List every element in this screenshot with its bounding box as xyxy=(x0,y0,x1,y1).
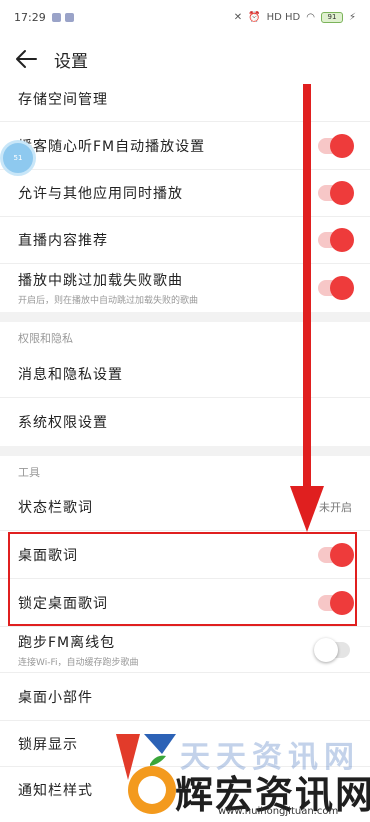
section-title-privacy: 权限和隐私 xyxy=(18,332,73,345)
alarm-icon: ⏰ xyxy=(248,11,261,23)
page-title: 设置 xyxy=(54,52,88,72)
app-notification-icon xyxy=(51,12,61,22)
running-fm-toggle[interactable] xyxy=(314,637,350,662)
toggle-knob xyxy=(330,181,354,205)
status-time: 17:29 xyxy=(14,10,46,24)
floating-ball[interactable]: 51 xyxy=(0,140,36,176)
watermark-url: www.huihongjituan.com xyxy=(218,806,339,817)
row-label: 跑步FM离线包 xyxy=(18,634,116,651)
floating-ball-text: 51 xyxy=(13,154,23,162)
row-label: 状态栏歌词 xyxy=(18,499,93,516)
status-bar: 17:29 ✕ ⏰ HD HD ◠ 91 ⚡ xyxy=(0,0,370,34)
wifi-icon: ◠ xyxy=(306,11,315,23)
section-title-tools: 工具 xyxy=(18,466,40,479)
row-label: 通知栏样式 xyxy=(18,783,93,799)
row-label: 锁屏显示 xyxy=(18,736,78,753)
row-label: 直播内容推荐 xyxy=(18,233,108,249)
row-label: 允许与其他应用同时播放 xyxy=(18,186,183,202)
status-icons: ✕ ⏰ HD HD ◠ 91 ⚡ xyxy=(233,11,356,23)
row-label: 消息和隐私设置 xyxy=(18,366,123,383)
signal-icon: HD HD xyxy=(266,11,301,23)
settings-row-desktop-widget[interactable]: 桌面小部件 xyxy=(0,673,370,721)
row-label: 桌面小部件 xyxy=(18,689,93,706)
row-subtitle: 连接Wi-Fi，自动缓存跑步歌曲 xyxy=(18,657,139,668)
shield-notification-icon xyxy=(64,12,74,22)
settings-row-running-fm[interactable]: 跑步FM离线包 连接Wi-Fi，自动缓存跑步歌曲 xyxy=(0,627,370,673)
row-label: 存储空间管理 xyxy=(18,91,108,108)
toggle-knob xyxy=(330,133,354,158)
row-label: 系统权限设置 xyxy=(18,415,108,431)
row-label: 播放中跳过加载失败歌曲 xyxy=(18,273,183,289)
annotation-arrow-icon xyxy=(290,84,324,532)
battery-icon: 91 xyxy=(320,11,343,23)
toggle-knob xyxy=(314,637,338,662)
watermark: 天天资讯网 辉宏资讯网 www.huihongjituan.com xyxy=(100,720,370,822)
toggle-knob xyxy=(330,276,354,300)
toggle-knob xyxy=(330,228,354,252)
charging-icon: ⚡ xyxy=(348,11,356,23)
row-subtitle: 开启后，则在播放中自动跳过加载失败的歌曲 xyxy=(18,296,199,306)
mute-icon: ✕ xyxy=(233,11,243,23)
row-label: 播客随心听FM自动播放设置 xyxy=(18,138,206,155)
back-arrow-icon[interactable] xyxy=(14,46,40,72)
annotation-highlight-box xyxy=(8,532,357,626)
